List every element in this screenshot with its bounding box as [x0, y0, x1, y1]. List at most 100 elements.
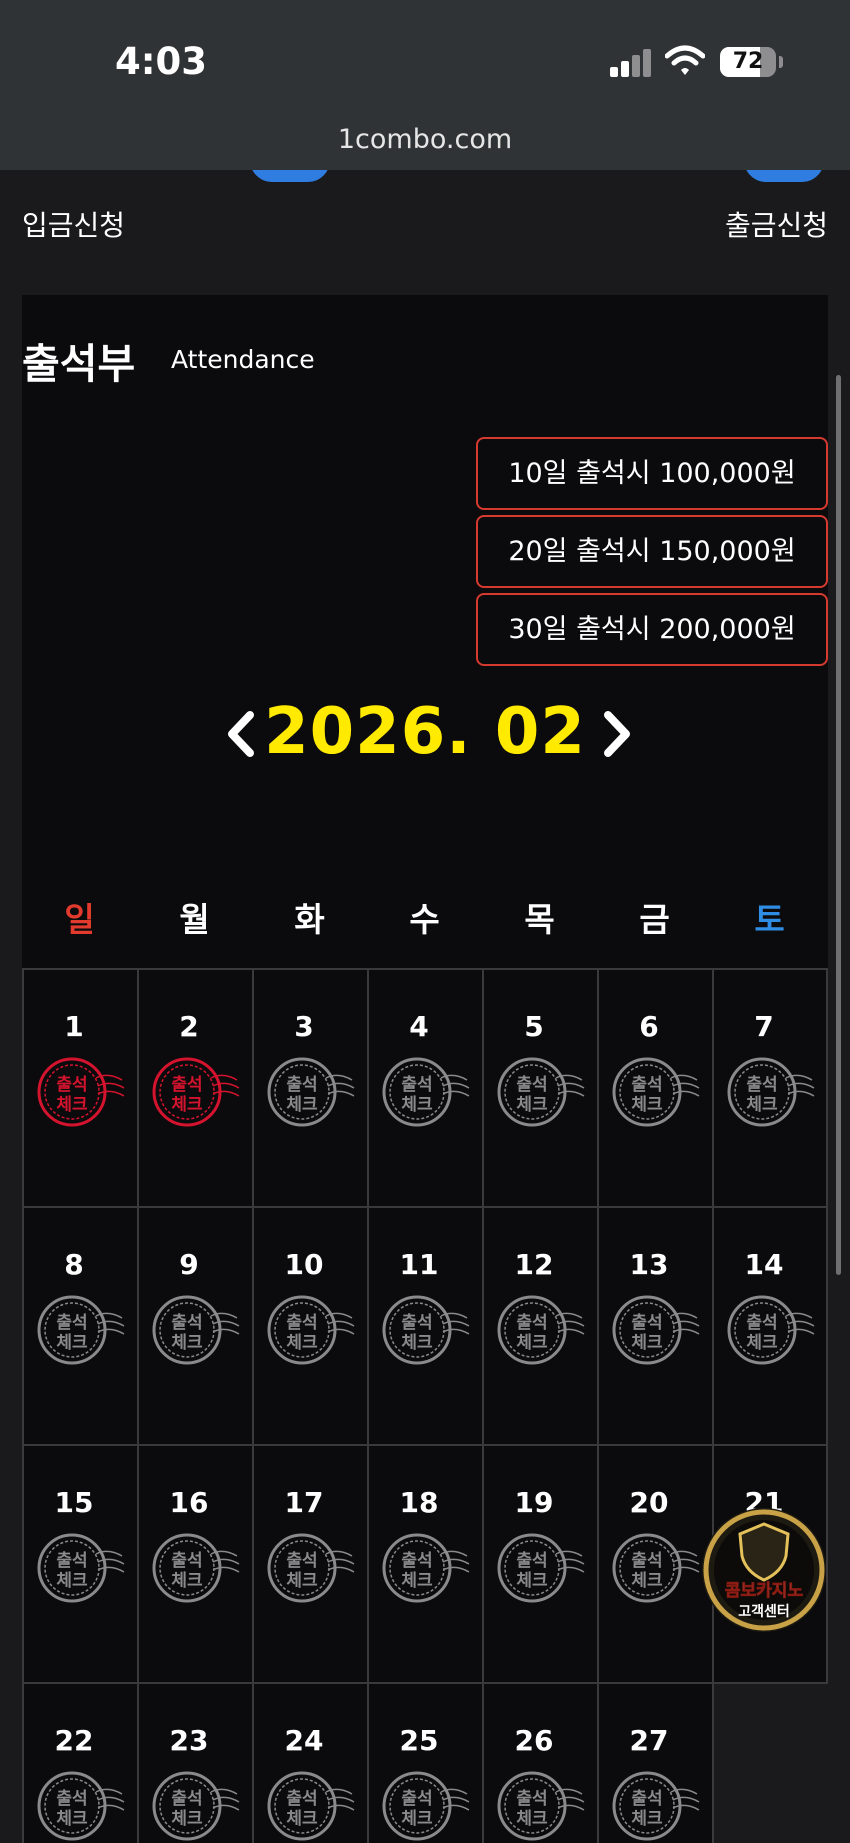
svg-text:출석: 출석	[516, 1551, 547, 1571]
svg-text:출석: 출석	[746, 1313, 777, 1333]
day-number: 23	[169, 1724, 209, 1757]
day-number: 12	[514, 1248, 554, 1281]
calendar-day-cell[interactable]: 5 출석 체크	[484, 970, 599, 1208]
battery-nub	[779, 56, 783, 68]
calendar-day-cell[interactable]: 20 출석 체크	[599, 1446, 714, 1684]
calendar-day-cell[interactable]: 13 출석 체크	[599, 1208, 714, 1446]
attendance-stamp-checked-icon: 출석체크	[37, 1057, 125, 1127]
svg-text:출석: 출석	[746, 1075, 777, 1095]
calendar-day-cell[interactable]: 14 출석 체크	[714, 1208, 828, 1446]
day-number: 17	[284, 1486, 324, 1519]
day-number: 11	[399, 1248, 439, 1281]
attendance-stamp-icon: 출석체크	[497, 1057, 585, 1127]
svg-text:출석: 출석	[56, 1313, 87, 1333]
day-number: 3	[294, 1010, 314, 1043]
current-month: 2026. 02	[264, 695, 586, 769]
weekday-mon: 월	[179, 900, 210, 939]
svg-text:체크: 체크	[401, 1095, 433, 1115]
calendar-day-cell[interactable]: 19 출석 체크	[484, 1446, 599, 1684]
attendance-stamp-icon: 출석체크	[267, 1295, 355, 1365]
calendar-day-cell[interactable]: 3 출석 체크	[254, 970, 369, 1208]
calendar-day-cell[interactable]: 22 출석 체크	[24, 1684, 139, 1843]
next-month-icon[interactable]	[596, 709, 636, 759]
calendar-day-cell[interactable]: 25 출석 체크	[369, 1684, 484, 1843]
svg-text:출석: 출석	[401, 1551, 432, 1571]
weekday-wed: 수	[409, 900, 440, 939]
day-number: 14	[744, 1248, 784, 1281]
reward-10-days: 10일 출석시 100,000원	[476, 437, 828, 510]
attendance-stamp-icon: 출석체크	[37, 1533, 125, 1603]
svg-text:체크: 체크	[286, 1571, 318, 1591]
weekday-sat: 토	[754, 900, 785, 939]
day-number: 2	[179, 1010, 199, 1043]
attendance-stamp-icon: 출석체크	[37, 1295, 125, 1365]
support-shield-icon[interactable]: 콤보카지노 고객센터	[700, 1506, 828, 1634]
calendar-day-cell[interactable]: 1 출석 체크	[24, 970, 139, 1208]
calendar-day-cell[interactable]: 24 출석 체크	[254, 1684, 369, 1843]
svg-text:체크: 체크	[171, 1095, 203, 1115]
svg-text:출석: 출석	[401, 1313, 432, 1333]
calendar-day-cell[interactable]: 26 출석 체크	[484, 1684, 599, 1843]
day-number: 4	[409, 1010, 429, 1043]
attendance-stamp-icon: 출석체크	[267, 1057, 355, 1127]
attendance-stamp-icon: 출석체크	[267, 1771, 355, 1841]
day-number: 16	[169, 1486, 209, 1519]
svg-text:출석: 출석	[631, 1075, 662, 1095]
attendance-stamp-icon: 출석체크	[37, 1771, 125, 1841]
svg-text:체크: 체크	[286, 1095, 318, 1115]
svg-text:체크: 체크	[516, 1095, 548, 1115]
scrollbar[interactable]	[836, 375, 841, 1275]
calendar-day-cell[interactable]: 10 출석 체크	[254, 1208, 369, 1446]
svg-text:체크: 체크	[631, 1095, 663, 1115]
attendance-stamp-icon: 출석체크	[382, 1771, 470, 1841]
svg-text:체크: 체크	[401, 1571, 433, 1591]
svg-text:체크: 체크	[56, 1571, 88, 1591]
status-bar: 4:03 72 1combo.com	[0, 0, 850, 170]
calendar-day-cell[interactable]: 17 출석 체크	[254, 1446, 369, 1684]
svg-text:출석: 출석	[401, 1075, 432, 1095]
svg-text:출석: 출석	[516, 1789, 547, 1809]
calendar-day-cell[interactable]: 8 출석 체크	[24, 1208, 139, 1446]
calendar-day-cell[interactable]: 6 출석 체크	[599, 970, 714, 1208]
attendance-stamp-icon: 출석체크	[152, 1771, 240, 1841]
day-number: 19	[514, 1486, 554, 1519]
svg-text:체크: 체크	[516, 1571, 548, 1591]
weekday-header: 일 월 화 수 목 금 토	[22, 868, 828, 968]
weekday-sun: 일	[64, 900, 95, 939]
calendar-day-cell[interactable]: 23 출석 체크	[139, 1684, 254, 1843]
calendar-day-cell[interactable]: 27 출석 체크	[599, 1684, 714, 1843]
calendar-day-cell[interactable]: 16 출석 체크	[139, 1446, 254, 1684]
calendar-day-cell[interactable]: 2 출석 체크	[139, 970, 254, 1208]
svg-text:콤보카지노: 콤보카지노	[725, 1581, 804, 1601]
attendance-title: 출석부	[22, 340, 136, 388]
svg-text:출석: 출석	[171, 1313, 202, 1333]
deposit-tab-indicator	[250, 170, 330, 182]
calendar-day-cell[interactable]: 18 출석 체크	[369, 1446, 484, 1684]
svg-text:체크: 체크	[171, 1333, 203, 1353]
withdraw-request-button[interactable]: 출금신청	[725, 204, 828, 244]
svg-text:체크: 체크	[631, 1809, 663, 1829]
svg-text:출석: 출석	[56, 1551, 87, 1571]
calendar-day-cell[interactable]: 7 출석 체크	[714, 970, 828, 1208]
svg-text:출석: 출석	[56, 1789, 87, 1809]
day-number: 15	[54, 1486, 94, 1519]
day-number: 9	[179, 1248, 199, 1281]
attendance-subtitle: Attendance	[171, 345, 315, 374]
battery-percent: 72	[732, 49, 764, 74]
deposit-request-button[interactable]: 입금신청	[22, 204, 125, 244]
svg-text:출석: 출석	[631, 1789, 662, 1809]
day-number: 22	[54, 1724, 94, 1757]
calendar-day-cell[interactable]: 12 출석 체크	[484, 1208, 599, 1446]
svg-text:출석: 출석	[171, 1551, 202, 1571]
attendance-stamp-icon: 출석체크	[382, 1057, 470, 1127]
cellular-signal-icon	[610, 47, 651, 77]
calendar-day-cell[interactable]: 11 출석 체크	[369, 1208, 484, 1446]
day-number: 26	[514, 1724, 554, 1757]
calendar-day-cell[interactable]: 4 출석 체크	[369, 970, 484, 1208]
calendar-day-cell[interactable]: 9 출석 체크	[139, 1208, 254, 1446]
attendance-stamp-icon: 출석체크	[727, 1057, 815, 1127]
address-bar-url[interactable]: 1combo.com	[0, 124, 850, 155]
prev-month-icon[interactable]	[222, 709, 262, 759]
calendar-day-cell[interactable]: 15 출석 체크	[24, 1446, 139, 1684]
svg-text:체크: 체크	[516, 1333, 548, 1353]
